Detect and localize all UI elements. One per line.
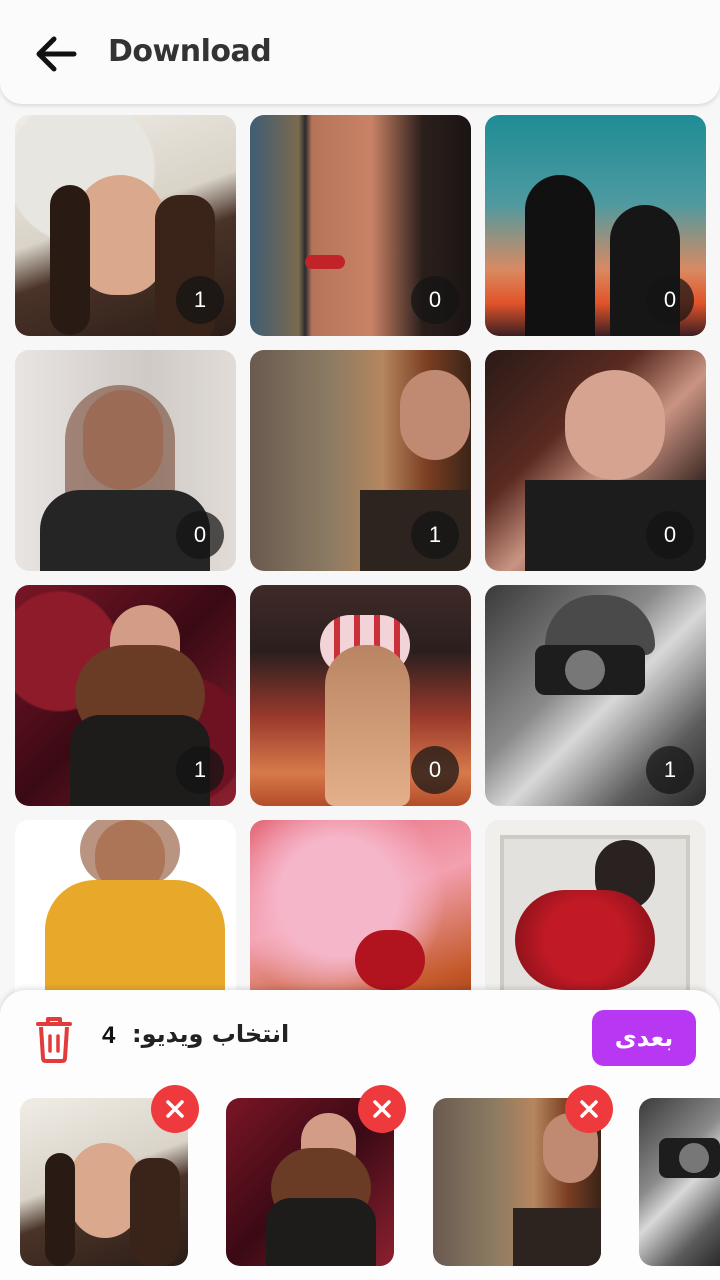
remove-selection-button[interactable] xyxy=(151,1085,199,1133)
back-button[interactable] xyxy=(30,30,82,78)
page-title: Download xyxy=(108,34,272,69)
remove-selection-button[interactable] xyxy=(358,1085,406,1133)
close-icon xyxy=(580,1100,598,1118)
video-thumbnail[interactable]: 0 xyxy=(15,350,236,571)
selected-label: انتخاب ویدیو: xyxy=(132,1020,290,1048)
trash-icon xyxy=(36,1017,72,1063)
video-thumbnail[interactable]: 0 xyxy=(485,115,706,336)
arrow-left-icon xyxy=(36,36,77,72)
video-count-badge: 1 xyxy=(176,276,224,324)
video-grid: 1 0 0 0 1 0 1 0 1 xyxy=(0,104,720,1004)
video-thumbnail[interactable]: 1 xyxy=(485,585,706,806)
video-count-badge: 1 xyxy=(176,746,224,794)
video-thumbnail[interactable]: 0 xyxy=(250,115,471,336)
app-header: Download xyxy=(0,0,720,104)
video-thumbnail[interactable]: 1 xyxy=(15,585,236,806)
video-thumbnail[interactable]: 0 xyxy=(485,350,706,571)
video-count-badge: 0 xyxy=(411,276,459,324)
video-thumbnail[interactable]: 1 xyxy=(250,350,471,571)
video-thumbnail[interactable] xyxy=(15,820,236,1004)
video-thumbnail[interactable]: 0 xyxy=(250,585,471,806)
selected-video-thumbnail[interactable] xyxy=(639,1098,720,1266)
video-count-badge: 1 xyxy=(646,746,694,794)
delete-button[interactable] xyxy=(32,1014,76,1064)
close-icon xyxy=(373,1100,391,1118)
video-thumbnail[interactable] xyxy=(250,820,471,1004)
video-thumbnail[interactable] xyxy=(485,820,706,1004)
video-count-badge: 0 xyxy=(646,276,694,324)
video-count-badge: 0 xyxy=(411,746,459,794)
selected-count: 4 xyxy=(102,1022,116,1049)
remove-selection-button[interactable] xyxy=(565,1085,613,1133)
video-count-badge: 0 xyxy=(646,511,694,559)
video-count-badge: 0 xyxy=(176,511,224,559)
next-button[interactable]: بعدی xyxy=(592,1010,696,1066)
video-count-badge: 1 xyxy=(411,511,459,559)
close-icon xyxy=(166,1100,184,1118)
selection-panel: 4 انتخاب ویدیو: بعدی xyxy=(0,990,720,1280)
video-thumbnail[interactable]: 1 xyxy=(15,115,236,336)
